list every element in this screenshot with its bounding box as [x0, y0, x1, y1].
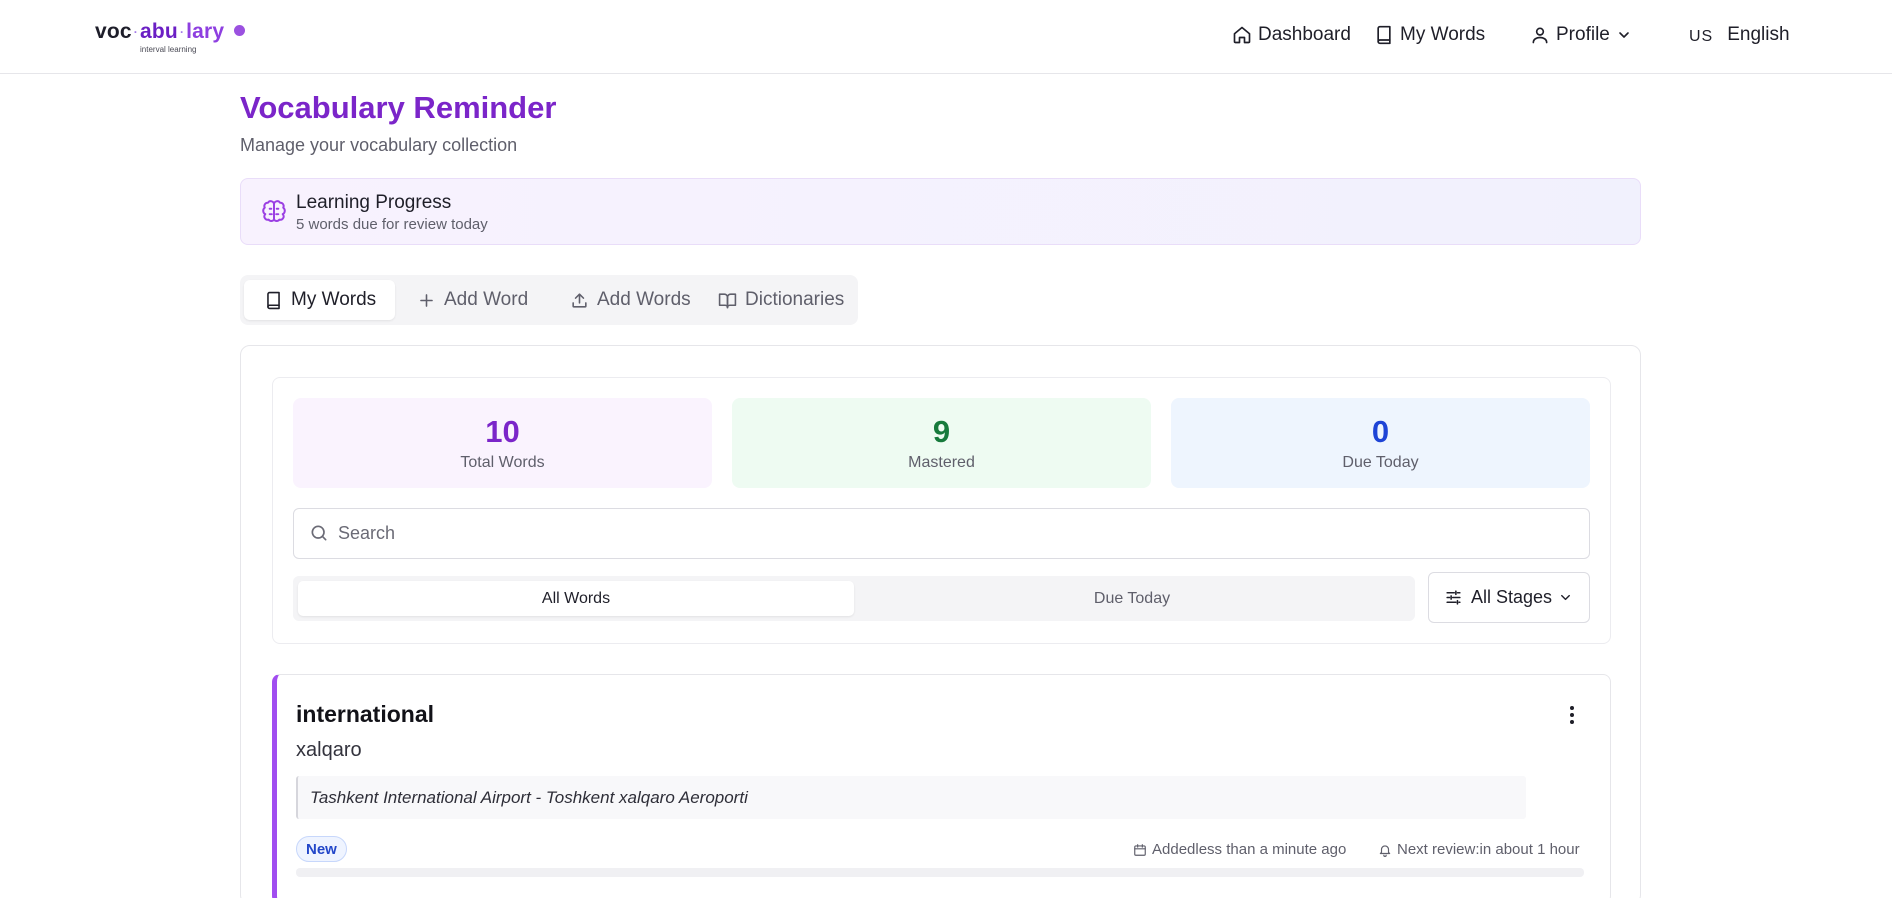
language-label: English [1727, 24, 1790, 45]
chevron-down-icon [1619, 32, 1629, 38]
nav-my-words-label: My Words [1400, 24, 1486, 45]
stage-select[interactable]: All Stages [1428, 572, 1590, 623]
filter-all-words[interactable]: All Words [298, 581, 854, 616]
stage-badge: New [296, 836, 347, 862]
progress-subtitle: 5 words due for review today [296, 216, 488, 233]
stat-total-value: 10 [485, 414, 520, 449]
added-time: Addedless than a minute ago [1152, 841, 1347, 858]
stats-and-filters: 10 Total Words 9 Mastered 0 Due Today Al… [272, 377, 1611, 644]
nav-dashboard[interactable]: Dashboard [1232, 22, 1351, 48]
tab-dictionaries[interactable]: Dictionaries [706, 280, 856, 320]
plus-icon [420, 293, 433, 307]
book-icon [1377, 25, 1391, 45]
nav-profile-label: Profile [1556, 24, 1610, 45]
logo-part-1: voc [95, 20, 132, 43]
tab-add-words[interactable]: Add Words [558, 280, 703, 320]
stat-total-label: Total Words [460, 454, 545, 471]
bell-icon [1379, 844, 1391, 857]
learning-progress-banner: Learning Progress 5 words due for review… [240, 178, 1641, 245]
language-code: US [1689, 28, 1714, 45]
tab-add-words-label: Add Words [597, 289, 691, 310]
word-title: international [296, 701, 435, 727]
search-input[interactable] [338, 509, 1578, 558]
book-icon [267, 291, 280, 309]
progress-title: Learning Progress [296, 192, 452, 213]
tab-my-words[interactable]: My Words [244, 280, 395, 320]
nav-my-words[interactable]: My Words [1374, 22, 1485, 48]
page-subtitle: Manage your vocabulary collection [240, 135, 518, 155]
word-progress-bar [296, 868, 1584, 877]
top-header: voc ·abu ·lary interval learning Dashboard… [0, 0, 1892, 74]
tab-dictionaries-label: Dictionaries [745, 289, 845, 310]
stat-due-today: 0 Due Today [1171, 398, 1590, 488]
logo-part-2: abu [140, 20, 178, 43]
more-vertical-icon[interactable] [1560, 703, 1584, 727]
brain-icon [262, 200, 286, 222]
nav-dashboard-label: Dashboard [1258, 24, 1351, 45]
sliders-icon [1446, 590, 1461, 605]
open-book-icon [718, 292, 737, 308]
tab-my-words-label: My Words [291, 289, 377, 310]
stage-select-label: All Stages [1471, 587, 1553, 607]
next-review-meta: Next review:in about 1 hour [1378, 841, 1580, 858]
stat-total-words: 10 Total Words [293, 398, 712, 488]
stat-mastered: 9 Mastered [732, 398, 1151, 488]
stat-mastered-label: Mastered [908, 454, 975, 471]
words-panel: 10 Total Words 9 Mastered 0 Due Today Al… [240, 345, 1641, 898]
nav-profile-menu[interactable]: Profile [1530, 22, 1632, 48]
logo-wordmark: voc ·abu ·lary [95, 20, 246, 44]
added-meta: Addedless than a minute ago [1133, 841, 1346, 858]
word-filter-toggle: All Words Due Today [293, 576, 1415, 621]
filter-due-today[interactable]: Due Today [854, 581, 1410, 616]
page-title: Vocabulary Reminder [240, 90, 557, 125]
next-review-time: Next review:in about 1 hour [1397, 841, 1580, 858]
upload-icon [572, 292, 587, 308]
search-icon [311, 525, 327, 541]
stat-due-label: Due Today [1342, 454, 1419, 471]
home-icon [1233, 26, 1251, 44]
calendar-icon [1134, 843, 1146, 856]
stat-mastered-value: 9 [932, 414, 951, 449]
main-tabs: My Words Add Word Add Words Dictionaries [240, 275, 858, 325]
word-example: Tashkent International Airport - Toshken… [296, 776, 1526, 819]
tab-add-word[interactable]: Add Word [405, 280, 540, 320]
language-switcher[interactable]: US English [1689, 22, 1790, 48]
chevron-down-icon [1561, 594, 1570, 601]
logo-part-3: lary [186, 20, 225, 43]
app-logo[interactable]: voc ·abu ·lary interval learning [95, 20, 246, 56]
user-icon [1532, 27, 1548, 44]
stat-due-value: 0 [1371, 414, 1390, 449]
word-card: international xalqaro Tashkent Internati… [272, 674, 1611, 898]
logo-tagline: interval learning [140, 45, 197, 54]
word-translation: xalqaro [296, 739, 362, 761]
tab-add-word-label: Add Word [444, 289, 529, 310]
search-box [293, 508, 1590, 559]
logo-dot-icon [234, 24, 246, 36]
